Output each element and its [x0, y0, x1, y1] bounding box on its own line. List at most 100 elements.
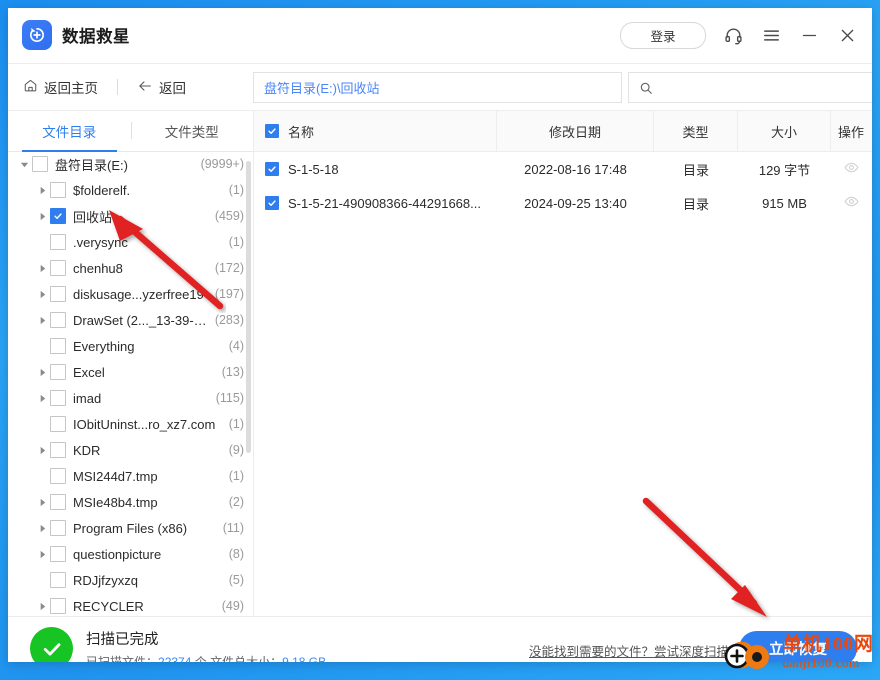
- column-header-4[interactable]: 操作: [831, 111, 871, 151]
- tree-item[interactable]: questionpicture (8): [8, 541, 253, 567]
- back-button[interactable]: 返回: [137, 77, 186, 97]
- tree-item[interactable]: Excel (13): [8, 359, 253, 385]
- close-icon[interactable]: [836, 25, 858, 47]
- total-size-label: 文件总大小：: [210, 654, 283, 663]
- tree-item[interactable]: DrawSet (2..._13-39-01) (283): [8, 307, 253, 333]
- file-list-panel: 名称 修改日期 类型 大小 操作 S-1-5-18 2022-08-16 17:48 目录 1…: [254, 111, 872, 616]
- cell-size: 915 MB: [762, 195, 807, 211]
- search-bar[interactable]: [628, 72, 872, 103]
- tree-item-count: (2): [228, 495, 244, 509]
- search-input[interactable]: [659, 79, 858, 96]
- row-checkbox[interactable]: [265, 196, 279, 210]
- eye-preview-icon[interactable]: [843, 160, 859, 178]
- tree-checkbox-checked[interactable]: [50, 208, 66, 224]
- chevron-down-icon[interactable]: [16, 160, 32, 169]
- tree-checkbox[interactable]: [50, 286, 66, 302]
- tree-item-label: DrawSet (2..._13-39-01): [73, 312, 209, 328]
- tree-item[interactable]: RDJjfzyxzq (5): [8, 567, 253, 593]
- title-bar: 数据救星 登录: [8, 8, 872, 64]
- chevron-right-icon[interactable]: [34, 524, 50, 533]
- column-header-2[interactable]: 类型: [654, 111, 738, 151]
- tree-checkbox[interactable]: [50, 572, 66, 588]
- home-button[interactable]: 返回主页: [23, 77, 98, 97]
- tree-item[interactable]: KDR (9): [8, 437, 253, 463]
- tree-checkbox[interactable]: [50, 520, 66, 536]
- tree-item[interactable]: .verysync (1): [8, 229, 253, 255]
- tree-item-count: (5): [228, 573, 244, 587]
- tab-file-directory[interactable]: 文件目录: [8, 111, 131, 152]
- minimize-icon[interactable]: [798, 25, 820, 47]
- column-header-name[interactable]: 名称: [254, 111, 497, 151]
- tree-checkbox[interactable]: [50, 390, 66, 406]
- tree-item[interactable]: Program Files (x86) (11): [8, 515, 253, 541]
- tree-item[interactable]: imad (115): [8, 385, 253, 411]
- chevron-right-icon[interactable]: [34, 498, 50, 507]
- scan-status: 扫描已完成 已扫描文件：22374 个 文件总大小：9.18 GB: [30, 627, 326, 662]
- tree-item-count: (8): [228, 547, 244, 561]
- tree-item[interactable]: 盘符目录(E:) (9999+): [8, 151, 253, 177]
- tree-item-label: questionpicture: [73, 546, 162, 562]
- table-row[interactable]: S-1-5-18 2022-08-16 17:48 目录 129 字节: [254, 152, 872, 186]
- tree-checkbox[interactable]: [50, 234, 66, 250]
- file-name-text: S-1-5-21-490908366-44291668...: [288, 195, 481, 211]
- tree-item[interactable]: MSI244d7.tmp (1): [8, 463, 253, 489]
- cell-name: S-1-5-18: [254, 152, 497, 186]
- tree-checkbox[interactable]: [50, 416, 66, 432]
- home-icon: [23, 78, 38, 96]
- tree-checkbox[interactable]: [50, 338, 66, 354]
- tree-item-count: (9): [228, 443, 244, 457]
- headset-icon[interactable]: [722, 25, 744, 47]
- tree-item-count: (4): [228, 339, 244, 353]
- tree-item[interactable]: RECYCLER (49): [8, 593, 253, 616]
- eye-preview-icon[interactable]: [843, 194, 859, 212]
- cell-size: 129 字节: [758, 162, 811, 178]
- select-all-checkbox[interactable]: [265, 124, 279, 138]
- chevron-right-icon[interactable]: [34, 368, 50, 377]
- chevron-right-icon[interactable]: [34, 446, 50, 455]
- tree-checkbox[interactable]: [50, 468, 66, 484]
- tree-scrollbar[interactable]: [246, 161, 251, 453]
- recover-now-button[interactable]: 立即恢复: [739, 631, 857, 662]
- tree-checkbox[interactable]: [50, 182, 66, 198]
- tree-item[interactable]: $folderelf. (1): [8, 177, 253, 203]
- tree-item-label: RECYCLER: [73, 598, 144, 614]
- tree-checkbox[interactable]: [50, 364, 66, 380]
- tree-item-count: (1): [228, 183, 244, 197]
- tree-checkbox[interactable]: [50, 494, 66, 510]
- tree-item[interactable]: IObitUninst...ro_xz7.com (1): [8, 411, 253, 437]
- tree-item-count: (13): [221, 365, 244, 379]
- tree-checkbox[interactable]: [50, 598, 66, 614]
- file-name-text: S-1-5-18: [288, 161, 339, 177]
- tree-checkbox[interactable]: [32, 156, 48, 172]
- chevron-right-icon[interactable]: [34, 602, 50, 611]
- chevron-right-icon[interactable]: [34, 212, 50, 221]
- tree-item[interactable]: chenhu8 (172): [8, 255, 253, 281]
- tree-checkbox[interactable]: [50, 312, 66, 328]
- chevron-right-icon[interactable]: [34, 264, 50, 273]
- address-path: 盘符目录(E:)\回收站: [264, 81, 380, 96]
- tree-item[interactable]: MSIe48b4.tmp (2): [8, 489, 253, 515]
- chevron-right-icon[interactable]: [34, 290, 50, 299]
- scanned-files-unit: 个: [194, 654, 207, 663]
- tree-checkbox[interactable]: [50, 546, 66, 562]
- home-label: 返回主页: [44, 81, 98, 96]
- tree-checkbox[interactable]: [50, 442, 66, 458]
- chevron-right-icon[interactable]: [34, 394, 50, 403]
- deep-scan-link[interactable]: 没能找到需要的文件？尝试深度扫描: [529, 641, 729, 660]
- hamburger-menu-icon[interactable]: [760, 25, 782, 47]
- column-header-1[interactable]: 修改日期: [497, 111, 654, 151]
- chevron-right-icon[interactable]: [34, 186, 50, 195]
- login-button[interactable]: 登录: [620, 22, 706, 49]
- tab-file-type[interactable]: 文件类型: [131, 111, 254, 151]
- row-checkbox[interactable]: [265, 162, 279, 176]
- column-header-3[interactable]: 大小: [738, 111, 831, 151]
- chevron-right-icon[interactable]: [34, 550, 50, 559]
- tree-item[interactable]: Everything (4): [8, 333, 253, 359]
- tree-item[interactable]: diskusage...yzerfree19 (197): [8, 281, 253, 307]
- tree-item[interactable]: 回收站 (459): [8, 203, 253, 229]
- address-bar[interactable]: 盘符目录(E:)\回收站: [253, 72, 622, 103]
- chevron-right-icon[interactable]: [34, 316, 50, 325]
- tree-item-label: MSI244d7.tmp: [73, 468, 158, 484]
- tree-checkbox[interactable]: [50, 260, 66, 276]
- table-row[interactable]: S-1-5-21-490908366-44291668... 2024-09-25…: [254, 186, 872, 220]
